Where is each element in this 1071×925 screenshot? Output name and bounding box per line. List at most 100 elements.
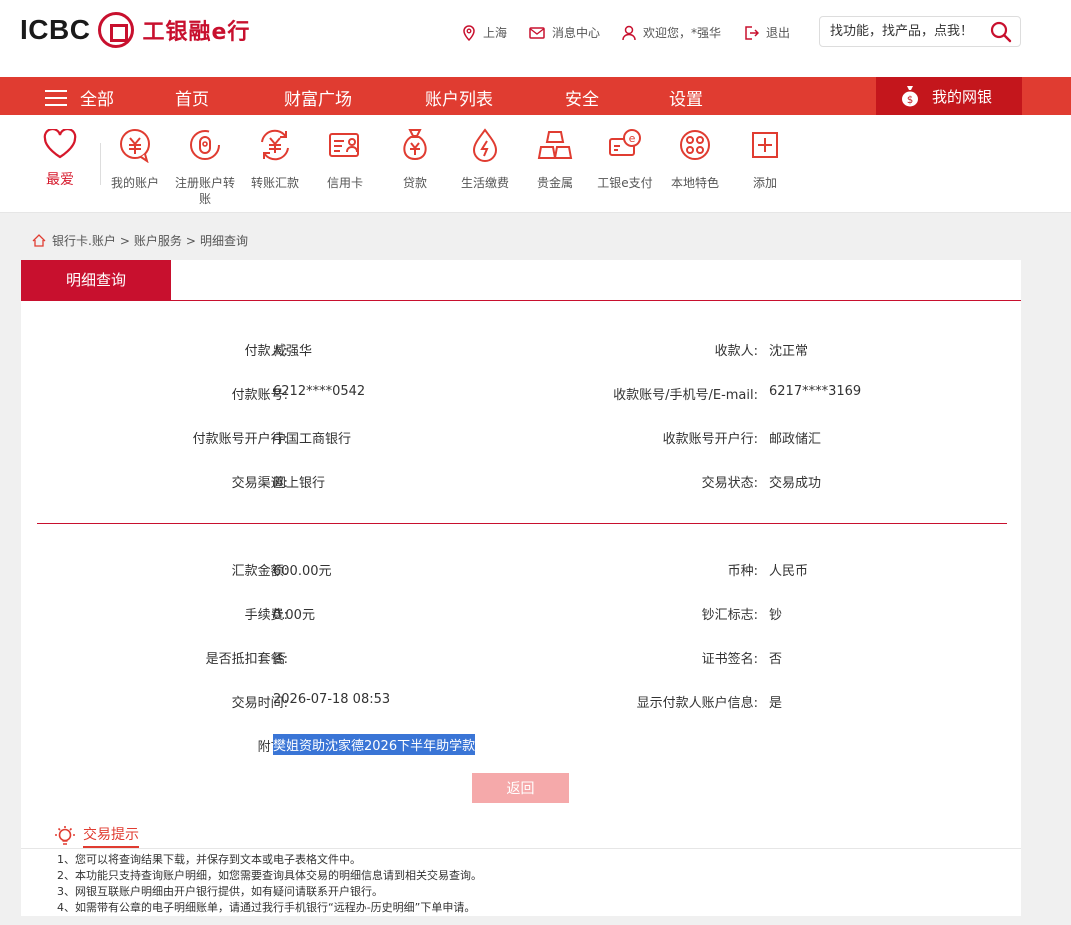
fav-label: 添加 <box>752 176 777 190</box>
tab-detail-query[interactable]: 明细查询 <box>21 260 171 300</box>
tips-divider <box>21 848 1021 849</box>
favorites-bar: 最爱 我的账户 注册账户转账 转账汇款 信用卡 贷款 生活缴费 贵金属 e 工银… <box>0 115 1071 213</box>
fav-my-account[interactable]: 我的账户 <box>103 127 167 191</box>
user-icon <box>622 25 636 40</box>
fav-local-feature[interactable]: 本地特色 <box>663 127 727 191</box>
fav-loan[interactable]: 贷款 <box>383 127 447 191</box>
home-icon[interactable] <box>32 234 46 247</box>
fav-precious-metals[interactable]: 贵金属 <box>523 127 587 191</box>
currency-label: 币种: <box>727 564 758 579</box>
logout-label: 退出 <box>766 26 791 40</box>
fav-transfer[interactable]: 转账汇款 <box>243 127 307 191</box>
breadcrumb-item[interactable]: 账户服务 <box>134 232 182 249</box>
nav-all-label: 全部 <box>80 90 114 110</box>
payer-account-value: 6212****0542 <box>273 384 366 399</box>
tip-item: 4、如需带有公章的电子明细账单，请通过我行手机银行“远程办-历史明细”下单申请。 <box>57 901 476 914</box>
favorites-label: 最爱 <box>46 172 74 188</box>
local-feature-icon <box>680 130 710 160</box>
nav-accounts[interactable]: 账户列表 <box>425 85 493 110</box>
cert-sign-value: 否 <box>769 652 783 667</box>
status-value: 交易成功 <box>769 476 822 491</box>
svg-text:e: e <box>629 132 636 145</box>
gold-bars-icon <box>537 131 573 159</box>
breadcrumb-item[interactable]: 银行卡.账户 <box>52 232 116 249</box>
fav-label: 生活缴费 <box>460 176 509 190</box>
messages-label: 消息中心 <box>552 26 601 40</box>
favorites-heart[interactable]: 最爱 <box>40 127 80 189</box>
fav-label: 注册账户转账 <box>174 176 235 206</box>
search-icon[interactable] <box>990 21 1012 43</box>
channel-value: 网上银行 <box>273 476 326 491</box>
transaction-tips: 交易提示 1、您可以将查询结果下载，并保存到文本或电子表格文件中。 2、本功能只… <box>21 810 1021 916</box>
fav-label: 信用卡 <box>326 176 363 190</box>
cash-flag-value: 钞 <box>769 608 783 623</box>
package-deduct-value: 否 <box>273 652 287 667</box>
icbc-seal-icon <box>98 12 135 48</box>
currency-value: 人民币 <box>769 564 809 579</box>
yuan-bubble-icon <box>120 129 150 164</box>
status-label: 交易状态: <box>701 476 758 491</box>
transfer-register-icon <box>190 130 220 160</box>
my-ebank-label: 我的网银 <box>932 87 993 106</box>
fee-value: 0.00元 <box>273 608 315 623</box>
svg-text:$: $ <box>907 95 913 106</box>
breadcrumb: 银行卡.账户 > 账户服务 > 明细查询 <box>32 232 248 249</box>
lightbulb-icon <box>55 826 75 845</box>
yuan-cycle-icon <box>261 129 289 161</box>
payer-bank-value: 中国工商银行 <box>273 432 352 447</box>
nav-security[interactable]: 安全 <box>565 85 599 110</box>
fav-label: 贷款 <box>402 176 427 190</box>
icbc-logo[interactable]: ICBC 工银融e行 <box>20 12 250 48</box>
section-divider <box>37 523 1007 524</box>
payer-value: 臧强华 <box>273 344 313 359</box>
tab-bar: 明细查询 <box>21 260 1021 301</box>
logout-link[interactable]: 退出 <box>743 24 790 41</box>
utility-drop-icon <box>472 128 498 162</box>
cert-sign-label: 证书签名: <box>701 652 758 667</box>
breadcrumb-separator: > <box>119 233 130 248</box>
nav-all-menu[interactable]: 全部 <box>44 85 114 110</box>
fav-register-transfer[interactable]: 注册账户转账 <box>173 127 237 207</box>
fav-label: 工银e支付 <box>597 176 653 190</box>
money-bag-icon <box>403 129 427 161</box>
fav-label: 我的账户 <box>110 176 159 190</box>
tips-header: 交易提示 <box>55 824 139 848</box>
fav-utilities[interactable]: 生活缴费 <box>453 127 517 191</box>
fav-credit-card[interactable]: 信用卡 <box>313 127 377 191</box>
cash-flag-label: 钞汇标志: <box>701 608 758 623</box>
top-header: ICBC 工银融e行 上海 消息中心 欢迎您，*强华 退出 <box>0 0 1071 77</box>
memo-value[interactable]: 樊姐资助沈家德2026下半年助学款 <box>273 734 476 755</box>
payee-bank-label: 收款账号开户行: <box>662 432 758 447</box>
payee-bank-value: 邮政储汇 <box>769 432 822 447</box>
fav-e-pay[interactable]: e 工银e支付 <box>593 127 657 191</box>
breadcrumb-item: 明细查询 <box>199 234 248 248</box>
logout-icon <box>745 25 760 40</box>
tip-item: 1、您可以将查询结果下载，并保存到文本或电子表格文件中。 <box>57 853 361 866</box>
fav-add[interactable]: 添加 <box>733 127 797 191</box>
payee-account-value: 6217****3169 <box>769 384 862 399</box>
tip-item: 2、本功能只支持查询账户明细，如您需要查询具体交易的明细信息请到相关交易查询。 <box>57 869 482 882</box>
messages-link[interactable]: 消息中心 <box>529 24 600 41</box>
add-icon <box>752 132 778 158</box>
heart-icon <box>43 127 77 159</box>
breadcrumb-separator: > <box>185 233 196 248</box>
nav-home[interactable]: 首页 <box>175 85 209 110</box>
mail-icon <box>529 26 545 39</box>
credit-card-icon <box>329 133 359 157</box>
tips-list: 1、您可以将查询结果下载，并保存到文本或电子表格文件中。 2、本功能只支持查询账… <box>57 852 482 916</box>
location-link[interactable]: 上海 <box>462 24 507 41</box>
time-value: 2026-07-18 08:53 <box>273 692 391 707</box>
nav-wealth[interactable]: 财富广场 <box>284 85 352 110</box>
my-ebank-button[interactable]: $ 我的网银 <box>876 77 1022 115</box>
fav-label: 贵金属 <box>536 176 573 190</box>
tips-title: 交易提示 <box>83 824 139 848</box>
nav-settings[interactable]: 设置 <box>669 85 703 110</box>
search-input[interactable] <box>820 17 980 46</box>
logo-chinese: 工银融e行 <box>142 20 251 45</box>
favorites-divider <box>100 143 101 185</box>
user-welcome[interactable]: 欢迎您，*强华 <box>622 24 721 41</box>
fav-label: 转账汇款 <box>250 176 299 190</box>
show-payer-value: 是 <box>769 696 783 711</box>
back-button[interactable]: 返回 <box>472 773 569 803</box>
money-bag-icon: $ <box>902 86 918 107</box>
